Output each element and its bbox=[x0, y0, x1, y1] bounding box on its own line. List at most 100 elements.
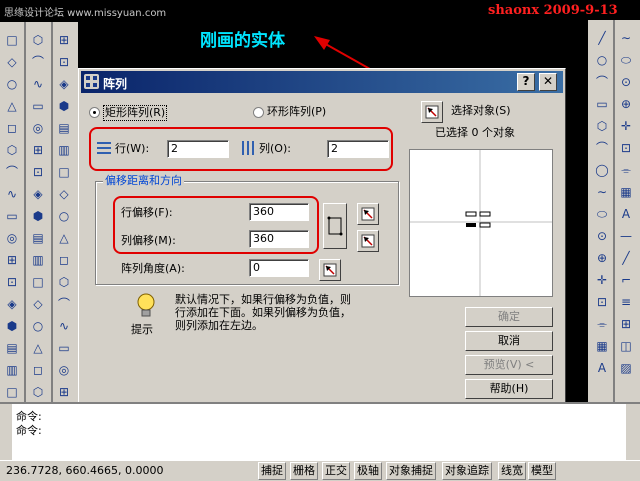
col-offset-input[interactable]: 360 bbox=[249, 230, 309, 248]
toolbar-tool-icon[interactable]: ⬡ bbox=[28, 30, 48, 50]
command-scrollbar[interactable] bbox=[626, 404, 640, 460]
toolbar-tool-icon[interactable]: ⬡ bbox=[2, 140, 22, 160]
toolbar-tool-icon[interactable]: ⌒ bbox=[2, 162, 22, 182]
draw-tool-icon[interactable]: ⊞ bbox=[616, 314, 636, 334]
toolbar-tool-icon[interactable]: ◈ bbox=[54, 74, 74, 94]
toolbar-tool-icon[interactable]: ○ bbox=[54, 206, 74, 226]
toolbar-tool-icon[interactable]: ◎ bbox=[2, 228, 22, 248]
draw-tool-icon[interactable]: ⌒ bbox=[592, 138, 612, 158]
toolbar-tool-icon[interactable]: □ bbox=[28, 272, 48, 292]
draw-tool-icon[interactable]: ▦ bbox=[592, 336, 612, 356]
close-button[interactable]: ✕ bbox=[539, 73, 557, 91]
draw-tool-icon[interactable]: ╱ bbox=[616, 248, 636, 268]
command-line[interactable]: 命令: 命令: bbox=[0, 402, 640, 462]
toolbar-tool-icon[interactable]: ○ bbox=[28, 316, 48, 336]
draw-tool-icon[interactable]: — bbox=[616, 226, 636, 246]
draw-tool-icon[interactable]: ⊙ bbox=[592, 226, 612, 246]
toolbar-tool-icon[interactable]: ◇ bbox=[2, 52, 22, 72]
toolbar-tool-icon[interactable]: ◻ bbox=[2, 118, 22, 138]
rows-input[interactable]: 2 bbox=[167, 140, 229, 158]
pick-col-offset-button[interactable] bbox=[357, 230, 379, 252]
toolbar-tool-icon[interactable]: ⊞ bbox=[54, 30, 74, 50]
toolbar-tool-icon[interactable]: ▤ bbox=[28, 228, 48, 248]
draw-tool-icon[interactable]: ⊕ bbox=[592, 248, 612, 268]
toolbar-tool-icon[interactable]: ▤ bbox=[54, 118, 74, 138]
toolbar-tool-icon[interactable]: □ bbox=[2, 30, 22, 50]
draw-tool-icon[interactable]: ∼ bbox=[616, 28, 636, 48]
draw-tool-icon[interactable]: ◯ bbox=[592, 160, 612, 180]
toolbar-tool-icon[interactable]: ▭ bbox=[2, 206, 22, 226]
draw-tool-icon[interactable]: ⬭ bbox=[616, 50, 636, 70]
toolbar-tool-icon[interactable]: ▤ bbox=[2, 338, 22, 358]
toolbar-tool-icon[interactable]: ⊡ bbox=[2, 272, 22, 292]
toolbar-tool-icon[interactable]: △ bbox=[54, 228, 74, 248]
draw-tool-icon[interactable]: ▭ bbox=[592, 94, 612, 114]
toolbar-tool-icon[interactable]: ◎ bbox=[28, 118, 48, 138]
toolbar-tool-icon[interactable]: ⊞ bbox=[2, 250, 22, 270]
row-offset-input[interactable]: 360 bbox=[249, 203, 309, 221]
draw-tool-icon[interactable]: ⌐ bbox=[616, 270, 636, 290]
toolbar-tool-icon[interactable]: ▥ bbox=[28, 250, 48, 270]
toolbar-tool-icon[interactable]: ⊞ bbox=[28, 140, 48, 160]
toolbar-tool-icon[interactable]: ◇ bbox=[54, 184, 74, 204]
toolbar-tool-icon[interactable]: △ bbox=[2, 96, 22, 116]
toolbar-tool-icon[interactable]: ⊞ bbox=[54, 382, 74, 402]
ortho-toggle[interactable]: 正交 bbox=[322, 462, 350, 480]
snap-toggle[interactable]: 捕捉 bbox=[258, 462, 286, 480]
toolbar-tool-icon[interactable]: □ bbox=[2, 382, 22, 402]
draw-tool-icon[interactable]: A bbox=[616, 204, 636, 224]
osnap-toggle[interactable]: 对象捕捉 bbox=[386, 462, 436, 480]
toolbar-tool-icon[interactable]: ◻ bbox=[28, 360, 48, 380]
toolbar-tool-icon[interactable]: ⬢ bbox=[2, 316, 22, 336]
toolbar-tool-icon[interactable]: ▭ bbox=[28, 96, 48, 116]
toolbar-tool-icon[interactable]: ⬢ bbox=[28, 206, 48, 226]
draw-tool-icon[interactable]: ⬡ bbox=[592, 116, 612, 136]
draw-tool-icon[interactable]: A bbox=[592, 358, 612, 378]
toolbar-tool-icon[interactable]: ▥ bbox=[2, 360, 22, 380]
draw-tool-icon[interactable]: ⊡ bbox=[592, 292, 612, 312]
angle-input[interactable]: 0 bbox=[249, 259, 309, 277]
help-title-button[interactable]: ? bbox=[517, 73, 535, 91]
polar-array-label[interactable]: 环形阵列(P) bbox=[267, 105, 326, 119]
draw-tool-icon[interactable]: ✛ bbox=[592, 270, 612, 290]
draw-tool-icon[interactable]: ◫ bbox=[616, 336, 636, 356]
toolbar-tool-icon[interactable]: ◎ bbox=[54, 360, 74, 380]
toolbar-tool-icon[interactable]: ◇ bbox=[28, 294, 48, 314]
draw-tool-icon[interactable]: ▦ bbox=[616, 182, 636, 202]
toolbar-tool-icon[interactable]: ◈ bbox=[28, 184, 48, 204]
toolbar-tool-icon[interactable]: □ bbox=[54, 162, 74, 182]
grid-toggle[interactable]: 栅格 bbox=[290, 462, 318, 480]
draw-tool-icon[interactable]: ≡ bbox=[616, 292, 636, 312]
draw-tool-icon[interactable]: ⊕ bbox=[616, 94, 636, 114]
cancel-button[interactable]: 取消 bbox=[465, 331, 553, 351]
model-toggle[interactable]: 模型 bbox=[528, 462, 556, 480]
cols-input[interactable]: 2 bbox=[327, 140, 389, 158]
toolbar-tool-icon[interactable]: ▥ bbox=[54, 140, 74, 160]
help-button[interactable]: 帮助(H) bbox=[465, 379, 553, 399]
toolbar-tool-icon[interactable]: ∿ bbox=[2, 184, 22, 204]
rect-array-radio[interactable] bbox=[89, 107, 100, 118]
polar-toggle[interactable]: 极轴 bbox=[354, 462, 382, 480]
draw-tool-icon[interactable]: ∼ bbox=[592, 182, 612, 202]
otrack-toggle[interactable]: 对象追踪 bbox=[442, 462, 492, 480]
pick-angle-button[interactable] bbox=[319, 259, 341, 281]
draw-tool-icon[interactable]: ▨ bbox=[616, 358, 636, 378]
pick-both-offsets-button[interactable] bbox=[323, 203, 347, 249]
toolbar-tool-icon[interactable]: ⊡ bbox=[28, 162, 48, 182]
toolbar-tool-icon[interactable]: ▭ bbox=[54, 338, 74, 358]
toolbar-tool-icon[interactable]: ◈ bbox=[2, 294, 22, 314]
draw-tool-icon[interactable]: ╱ bbox=[592, 28, 612, 48]
draw-tool-icon[interactable]: ⌯ bbox=[616, 160, 636, 180]
toolbar-tool-icon[interactable]: ○ bbox=[2, 74, 22, 94]
toolbar-tool-icon[interactable]: ⬢ bbox=[54, 96, 74, 116]
toolbar-tool-icon[interactable]: ⌒ bbox=[28, 52, 48, 72]
draw-tool-icon[interactable]: ⬭ bbox=[592, 204, 612, 224]
toolbar-tool-icon[interactable]: ∿ bbox=[54, 316, 74, 336]
select-objects-button[interactable] bbox=[421, 101, 443, 123]
toolbar-tool-icon[interactable]: ⬡ bbox=[54, 272, 74, 292]
toolbar-tool-icon[interactable]: ◻ bbox=[54, 250, 74, 270]
draw-tool-icon[interactable]: ⌒ bbox=[592, 72, 612, 92]
toolbar-tool-icon[interactable]: △ bbox=[28, 338, 48, 358]
ok-button[interactable]: 确定 bbox=[465, 307, 553, 327]
polar-array-radio[interactable] bbox=[253, 107, 264, 118]
